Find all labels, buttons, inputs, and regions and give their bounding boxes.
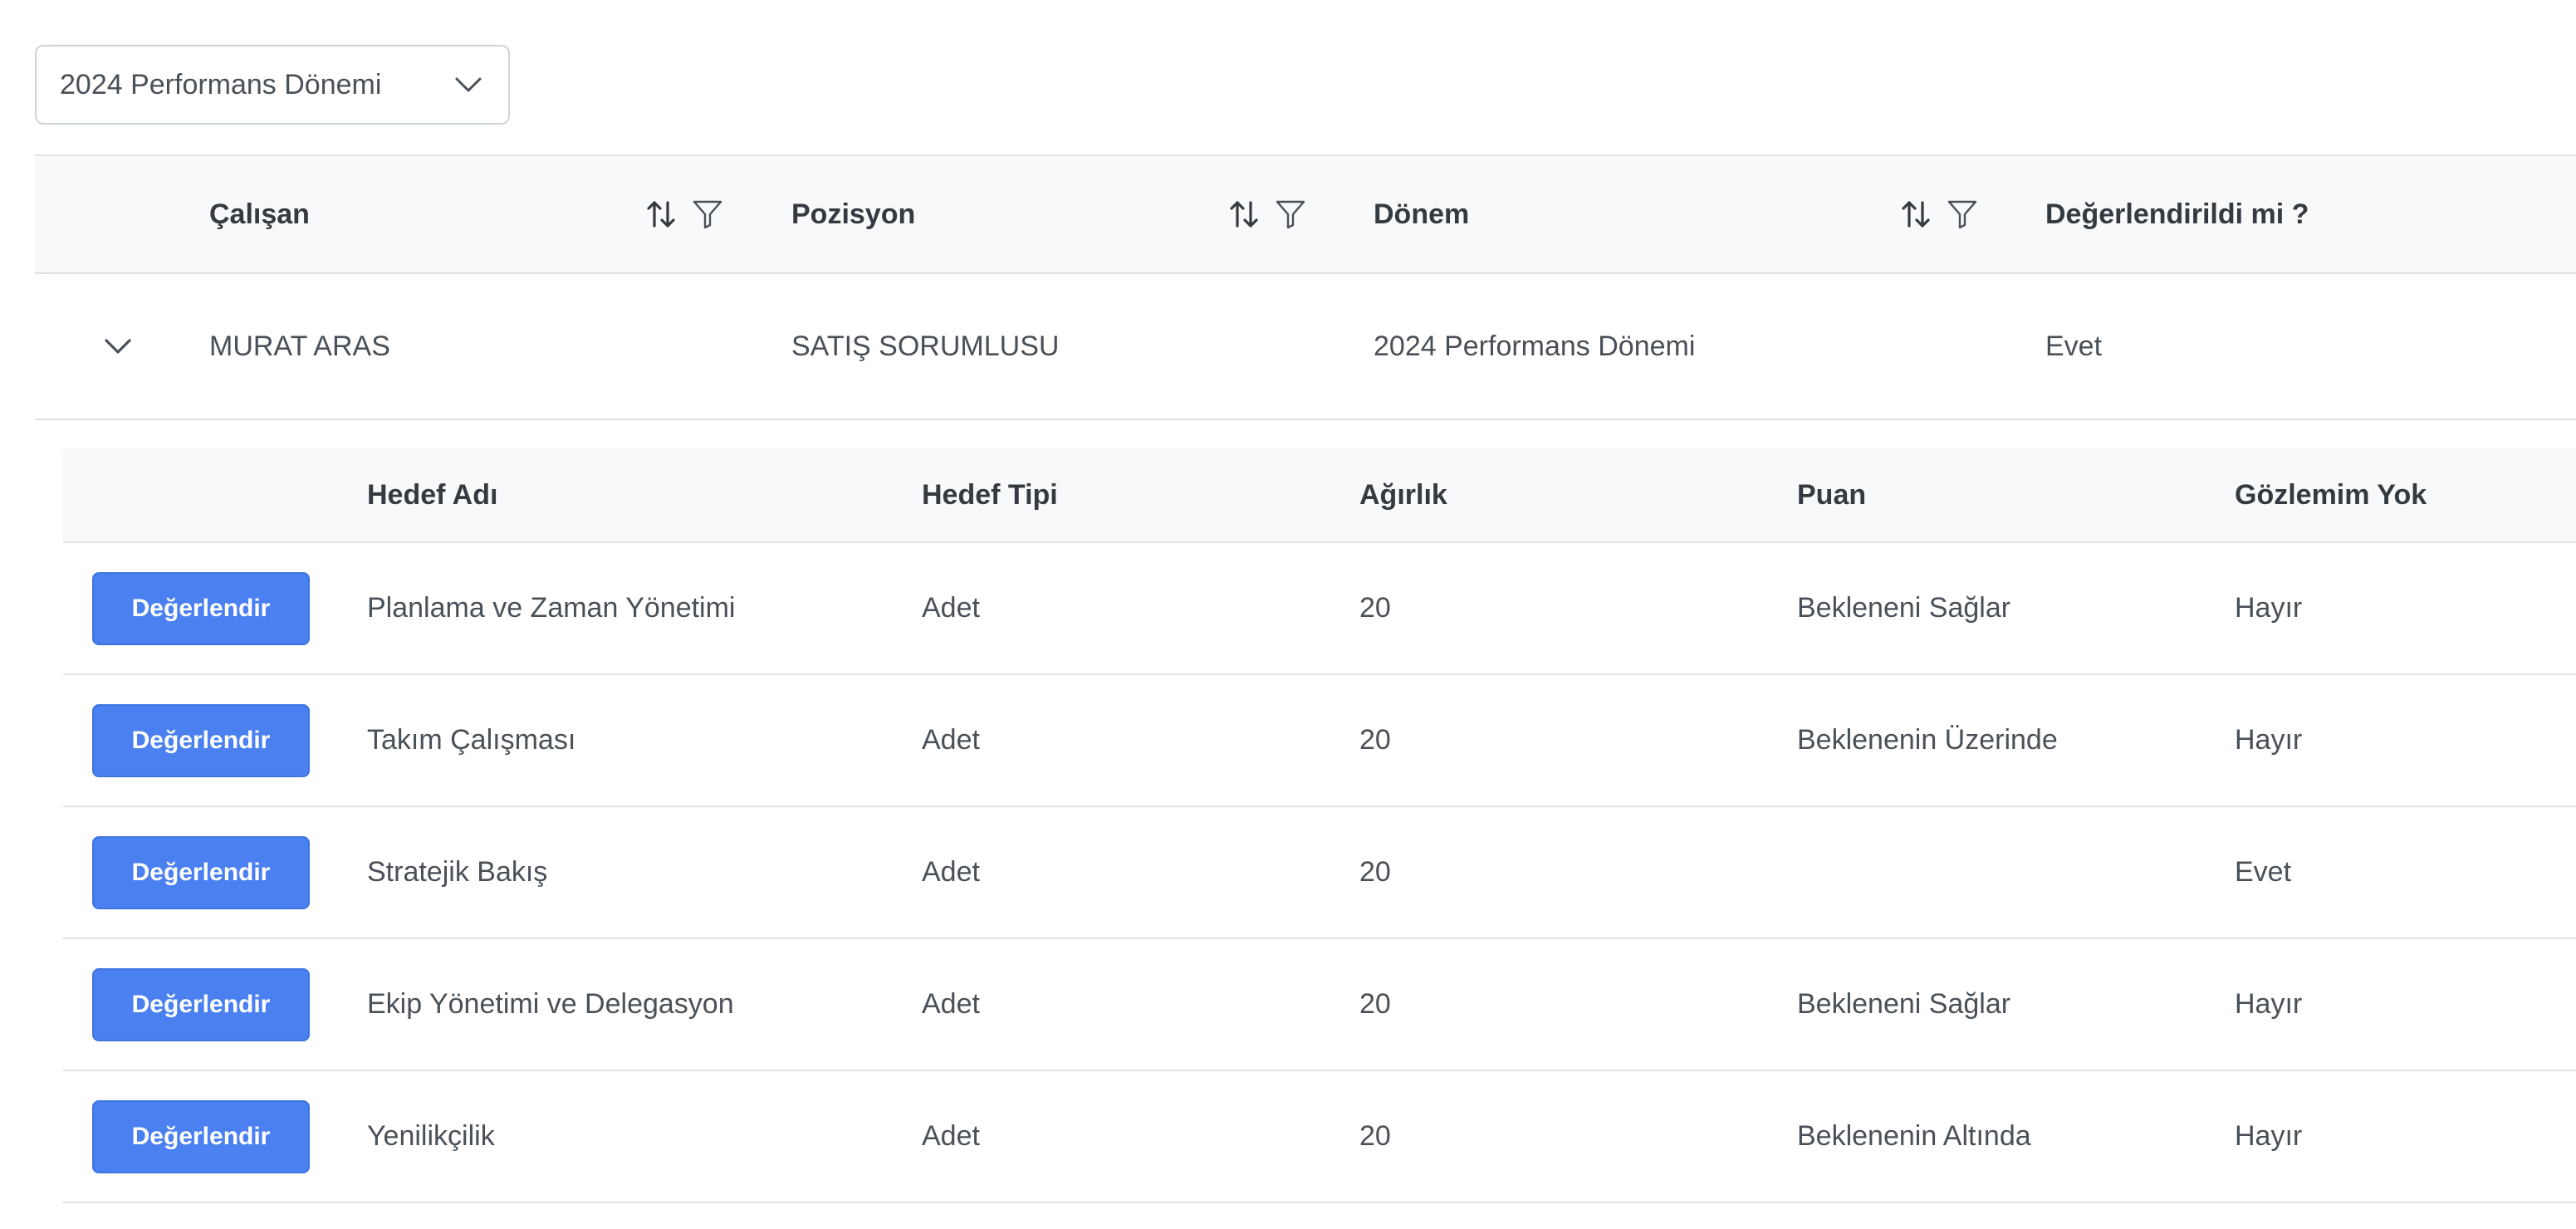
period-dropdown-value: 2024 Performans Dönemi xyxy=(60,68,382,100)
goal-type: Adet xyxy=(922,592,980,624)
goal-no-observation: Hayır xyxy=(2235,988,2303,1020)
goal-no-observation: Evet xyxy=(2235,856,2292,888)
goal-score: Beklenenin Üzerinde xyxy=(1797,724,2058,756)
evaluate-button[interactable]: Değerlendir xyxy=(92,967,310,1041)
goal-name: Takım Çalışması xyxy=(367,724,576,756)
column-header-no-observation: Gözlemim Yok xyxy=(2235,478,2427,511)
column-header-position: Pozisyon xyxy=(791,198,916,230)
column-tools-position xyxy=(1226,156,1309,272)
goal-type: Adet xyxy=(922,724,980,756)
column-header-weight: Ağırlık xyxy=(1359,478,1447,511)
sort-icon[interactable] xyxy=(643,196,679,233)
column-header-employee: Çalışan xyxy=(209,198,310,230)
employee-table-header: Çalışan Pozisyon Dönem Değerlendirildi m… xyxy=(35,154,2576,274)
goal-type: Adet xyxy=(922,856,980,888)
period-dropdown[interactable]: 2024 Performans Dönemi xyxy=(35,45,510,125)
goal-name: Ekip Yönetimi ve Delegasyon xyxy=(367,988,734,1020)
goal-type: Adet xyxy=(922,1120,980,1152)
column-header-period: Dönem xyxy=(1374,198,1470,230)
performance-page: 2024 Performans Dönemi Çalışan Pozisyon xyxy=(0,0,2576,1229)
employee-table: Çalışan Pozisyon Dönem Değerlendirildi m… xyxy=(35,154,2576,420)
employee-position: SATIŞ SORUMLUSU xyxy=(791,330,1060,362)
goal-name: Yenilikçilik xyxy=(367,1120,495,1152)
employee-evaluated: Evet xyxy=(2045,330,2103,362)
chevron-down-icon xyxy=(105,339,131,354)
column-header-evaluated: Değerlendirildi mi ? xyxy=(2045,198,2309,230)
filter-icon[interactable] xyxy=(689,196,726,233)
goal-weight: 20 xyxy=(1359,856,1391,888)
column-header-goal-type: Hedef Tipi xyxy=(922,478,1058,511)
column-tools-employee xyxy=(643,156,726,272)
table-row: Değerlendir Planlama ve Zaman Yönetimi A… xyxy=(63,543,2576,675)
goal-weight: 20 xyxy=(1359,724,1391,756)
goal-name: Planlama ve Zaman Yönetimi xyxy=(367,592,736,624)
goal-score: Bekleneni Sağlar xyxy=(1797,592,2011,624)
table-row: Değerlendir Takım Çalışması Adet 20 Bekl… xyxy=(63,675,2576,807)
table-row: Değerlendir Ekip Yönetimi ve Delegasyon … xyxy=(63,939,2576,1071)
goal-no-observation: Hayır xyxy=(2235,1120,2303,1152)
table-row: Değerlendir Stratejik Bakış Adet 20 Evet xyxy=(63,807,2576,939)
goal-no-observation: Hayır xyxy=(2235,592,2303,624)
sort-icon[interactable] xyxy=(1226,196,1262,233)
goal-score: Bekleneni Sağlar xyxy=(1797,988,2011,1020)
evaluate-button[interactable]: Değerlendir xyxy=(92,1099,310,1173)
table-row[interactable]: MURAT ARAS SATIŞ SORUMLUSU 2024 Performa… xyxy=(35,274,2576,420)
employee-name: MURAT ARAS xyxy=(209,330,390,362)
filter-icon[interactable] xyxy=(1272,196,1309,233)
evaluate-button[interactable]: Değerlendir xyxy=(92,835,310,909)
employee-period: 2024 Performans Dönemi xyxy=(1374,330,1696,362)
table-row: Değerlendir Yenilikçilik Adet 20 Beklene… xyxy=(63,1071,2576,1203)
goals-table: Hedef Adı Hedef Tipi Ağırlık Puan Gözlem… xyxy=(63,448,2576,1203)
evaluate-button[interactable]: Değerlendir xyxy=(92,571,310,645)
goal-score: Beklenenin Altında xyxy=(1797,1120,2031,1152)
sort-icon[interactable] xyxy=(1898,196,1934,233)
column-tools-period xyxy=(1898,156,1981,272)
goal-weight: 20 xyxy=(1359,988,1391,1020)
goal-name: Stratejik Bakış xyxy=(367,856,548,888)
goal-type: Adet xyxy=(922,988,980,1020)
evaluate-button[interactable]: Değerlendir xyxy=(92,703,310,777)
goal-weight: 20 xyxy=(1359,1120,1391,1152)
goals-table-header: Hedef Adı Hedef Tipi Ağırlık Puan Gözlem… xyxy=(63,448,2576,543)
chevron-down-icon xyxy=(452,68,485,101)
column-header-score: Puan xyxy=(1797,478,1867,511)
filter-icon[interactable] xyxy=(1944,196,1981,233)
goal-weight: 20 xyxy=(1359,592,1391,624)
goal-no-observation: Hayır xyxy=(2235,724,2303,756)
expand-row-toggle[interactable] xyxy=(85,274,151,419)
column-header-goal-name: Hedef Adı xyxy=(367,478,498,511)
